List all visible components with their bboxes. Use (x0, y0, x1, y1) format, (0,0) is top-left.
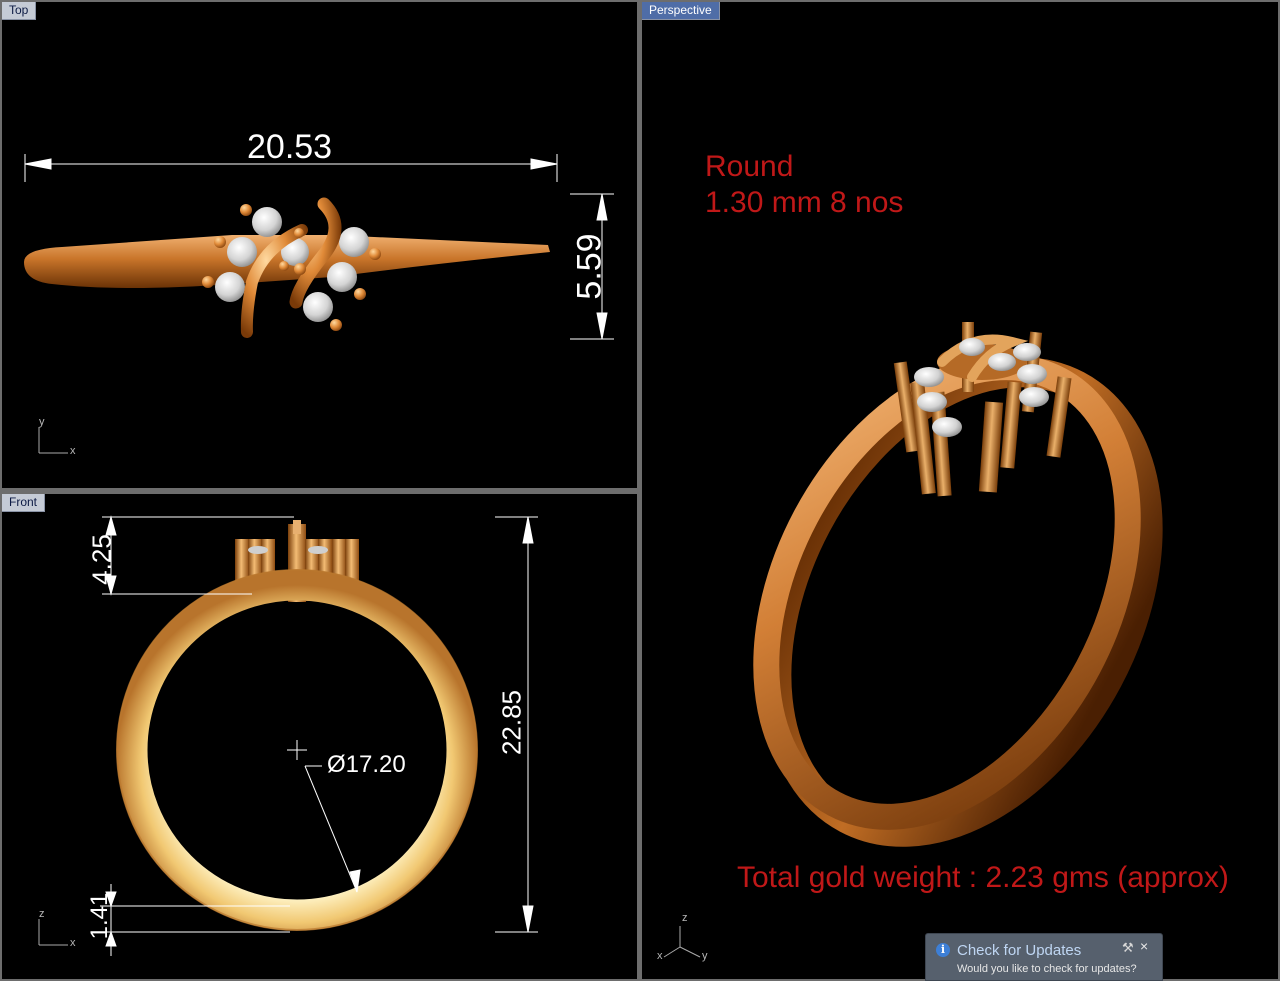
dim-diameter-leader (304, 765, 361, 893)
dim-label-shank: 1.41 (86, 892, 113, 940)
axis-label-z: z (39, 908, 45, 920)
close-icon[interactable]: × (1140, 938, 1148, 954)
dim-label-head-height: 4.25 (86, 534, 117, 585)
dim-label-width: 20.53 (247, 128, 333, 166)
dim-label-height: 5.59 (570, 233, 609, 300)
gold-weight-note: Total gold weight : 2.23 gms (approx) (737, 861, 1229, 894)
viewport-top[interactable]: Top 20.53 5.59 y x (2, 2, 637, 488)
center-cross (287, 740, 307, 760)
axis-label-y-persp: y (702, 950, 708, 962)
axis-icon-front (38, 919, 68, 946)
ring-band-perspective (753, 354, 1141, 830)
axis-icon-perspective (663, 926, 701, 958)
stone-detail-note: 1.30 mm 8 nos (705, 186, 904, 219)
info-icon: i (936, 943, 950, 957)
viewport-tab-perspective[interactable]: Perspective (642, 2, 720, 20)
update-notification[interactable]: i Check for Updates Would you like to ch… (925, 933, 1163, 981)
dim-label-diameter: Ø17.20 (327, 751, 406, 778)
axis-icon-top (38, 427, 68, 454)
axis-label-x-front: x (70, 937, 76, 949)
viewport-tab-front[interactable]: Front (2, 494, 46, 512)
update-message: Would you like to check for updates? (957, 963, 1137, 975)
update-title-link[interactable]: Check for Updates (957, 942, 1081, 959)
viewport-perspective[interactable]: Perspective Round 1.30 mm 8 nos Total go… (642, 2, 1278, 979)
axis-label-y: y (39, 416, 45, 428)
axis-label-z-persp: z (682, 912, 688, 924)
axis-label-x-persp: x (657, 950, 663, 962)
settings-wrench-icon[interactable]: ⚒ (1122, 940, 1134, 956)
top-view-scene (24, 154, 614, 454)
viewport-tab-top[interactable]: Top (2, 2, 37, 20)
axis-label-x: x (70, 445, 76, 457)
dim-label-total-height: 22.85 (496, 689, 527, 756)
stone-shape-note: Round (705, 150, 794, 183)
viewport-front[interactable]: Front 4.25 22.85 Ø17.20 1.41 z x (2, 494, 637, 979)
